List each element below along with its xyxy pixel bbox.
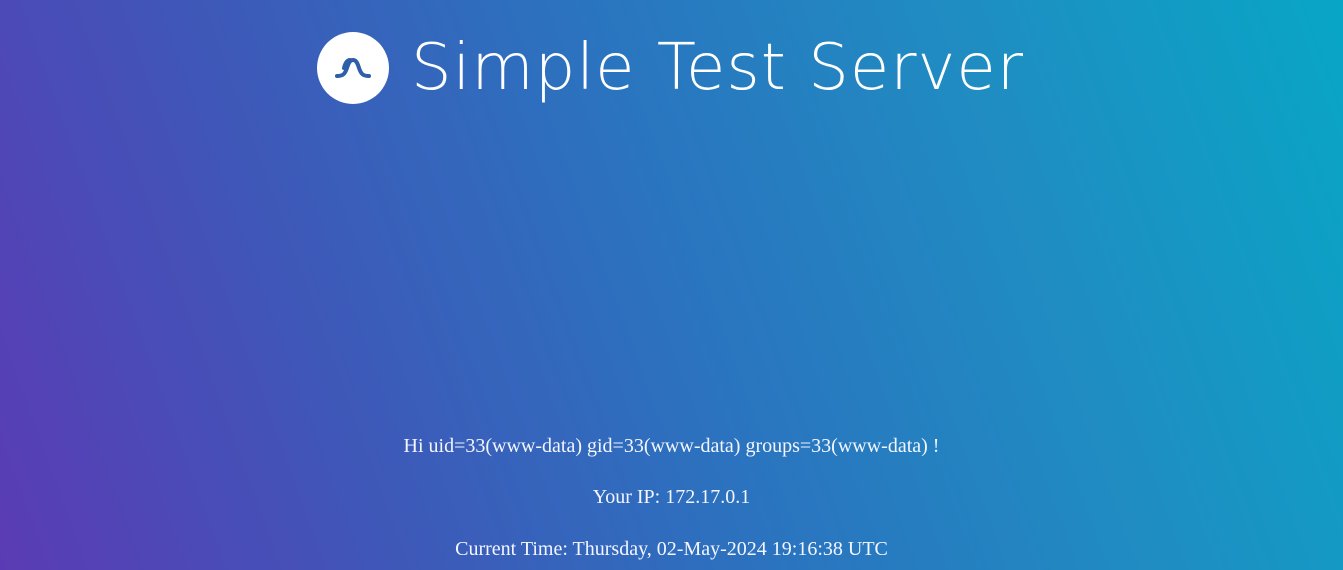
logo	[316, 32, 389, 104]
header: Simple Test Server	[0, 18, 1343, 118]
page-title: Simple Test Server	[410, 31, 1025, 105]
page: Simple Test Server Hi uid=33(www-data) g…	[0, 0, 1343, 570]
ip-text: Your IP: 172.17.0.1	[592, 486, 751, 508]
wave-logo-icon	[334, 58, 371, 78]
time-text: Current Time: Thursday, 02-May-2024 19:1…	[455, 538, 888, 560]
greeting-text: Hi uid=33(www-data) gid=33(www-data) gro…	[403, 435, 940, 457]
